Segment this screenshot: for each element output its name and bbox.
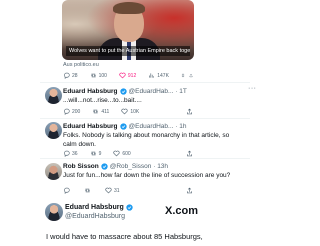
reply-icon — [64, 108, 70, 115]
divider — [40, 118, 250, 119]
like-count: 10K — [130, 108, 140, 115]
more-options-icon[interactable]: ··· — [248, 85, 257, 92]
share-icon[interactable] — [186, 187, 193, 194]
repost-icon — [90, 151, 96, 156]
article-source[interactable]: Aus politico.eu — [63, 62, 99, 68]
repost-button[interactable]: 100 — [90, 72, 107, 79]
like-button[interactable]: 600 — [113, 150, 131, 157]
reply-icon — [64, 187, 70, 194]
repost-button[interactable]: 411 — [92, 108, 109, 115]
avatar[interactable] — [45, 122, 62, 139]
author-meta[interactable]: @EduardHab... · 1h — [129, 123, 187, 130]
tweet-header: Eduard Habsburg @EduardHab... · 1h — [63, 123, 186, 130]
tweet-header: Eduard Habsburg @EduardHab... · 1T — [63, 88, 187, 95]
tweet-action-bar: 36 9 600 — [63, 150, 193, 157]
divider — [40, 158, 250, 159]
embed-author-name[interactable]: Eduard Habsburg — [65, 204, 124, 211]
heart-icon — [105, 187, 112, 194]
tweet-header: Rob Sisson @Rob_Sisson · 13h — [63, 163, 168, 170]
reply-button[interactable]: 28 — [63, 72, 78, 79]
heart-icon — [119, 72, 126, 79]
repost-count: 100 — [98, 72, 107, 79]
article-action-bar: 28 100 912 147K — [63, 72, 193, 79]
share-icon[interactable] — [186, 150, 193, 157]
embed-handle[interactable]: @EduardHabsburg — [65, 213, 125, 220]
author-meta[interactable]: @EduardHab... · 1T — [129, 88, 187, 95]
like-count: 31 — [114, 187, 120, 194]
share-icon[interactable] — [186, 108, 193, 115]
reply-count: 200 — [72, 108, 81, 115]
verified-badge-icon — [126, 204, 133, 211]
verified-badge-icon — [101, 163, 108, 170]
reply-button[interactable] — [63, 187, 72, 194]
views-icon — [149, 73, 155, 78]
tweet-text: Folks. Nobody is talking about monarchy … — [63, 132, 230, 148]
repost-button[interactable] — [84, 187, 93, 194]
author-name[interactable]: Rob Sisson — [63, 163, 99, 170]
reply-icon — [64, 150, 70, 157]
reply-button[interactable]: 36 — [63, 150, 78, 157]
embed-author-row: Eduard Habsburg — [65, 204, 133, 211]
verified-badge-icon — [119, 123, 127, 130]
like-count: 600 — [122, 150, 131, 157]
avatar[interactable] — [45, 163, 62, 180]
heart-icon — [113, 150, 120, 157]
like-button[interactable]: 10K — [121, 108, 139, 115]
embed-avatar[interactable] — [45, 203, 63, 221]
bookmark-icon[interactable] — [181, 72, 185, 79]
tweet-text: ...will...not...rise...to...bait.... — [63, 97, 142, 104]
reply-count: 28 — [72, 72, 78, 79]
repost-icon — [93, 109, 99, 114]
article-caption: Wolves want to put the Austrian Empire b… — [66, 46, 190, 56]
repost-count: 9 — [98, 150, 102, 157]
like-count: 912 — [127, 72, 137, 79]
views-count: 147K — [157, 72, 169, 79]
reply-count: 36 — [72, 150, 78, 157]
repost-button[interactable]: 9 — [90, 150, 102, 157]
like-button[interactable]: 31 — [105, 187, 120, 194]
repost-icon — [85, 188, 90, 193]
heart-icon — [121, 108, 128, 115]
x-com-label: X.com — [165, 205, 199, 217]
tweet-action-bar: 200 411 10K — [63, 108, 193, 115]
views-button[interactable]: 147K — [148, 72, 169, 79]
like-button[interactable]: 912 — [119, 72, 136, 79]
repost-icon — [90, 73, 96, 78]
divider — [40, 82, 250, 83]
repost-count: 411 — [101, 108, 110, 115]
author-name[interactable]: Eduard Habsburg — [63, 88, 118, 95]
person-hair — [113, 2, 145, 14]
x-com-link[interactable]: X.com — [165, 205, 198, 217]
author-meta[interactable]: @Rob_Sisson · 13h — [110, 163, 168, 170]
reply-icon — [64, 72, 70, 79]
reply-button[interactable]: 200 — [63, 108, 80, 115]
article-image[interactable]: Wolves want to put the Austrian Empire b… — [62, 0, 194, 60]
avatar[interactable] — [45, 87, 62, 104]
tweet-action-bar: 31 — [63, 187, 193, 194]
tweet-text: Just for fun...how far down the line of … — [63, 172, 231, 179]
verified-badge-icon — [119, 88, 127, 95]
embed-text: I would have to massacre about 85 Habsbu… — [46, 232, 203, 241]
author-name[interactable]: Eduard Habsburg — [63, 123, 118, 130]
share-icon[interactable] — [189, 72, 193, 79]
